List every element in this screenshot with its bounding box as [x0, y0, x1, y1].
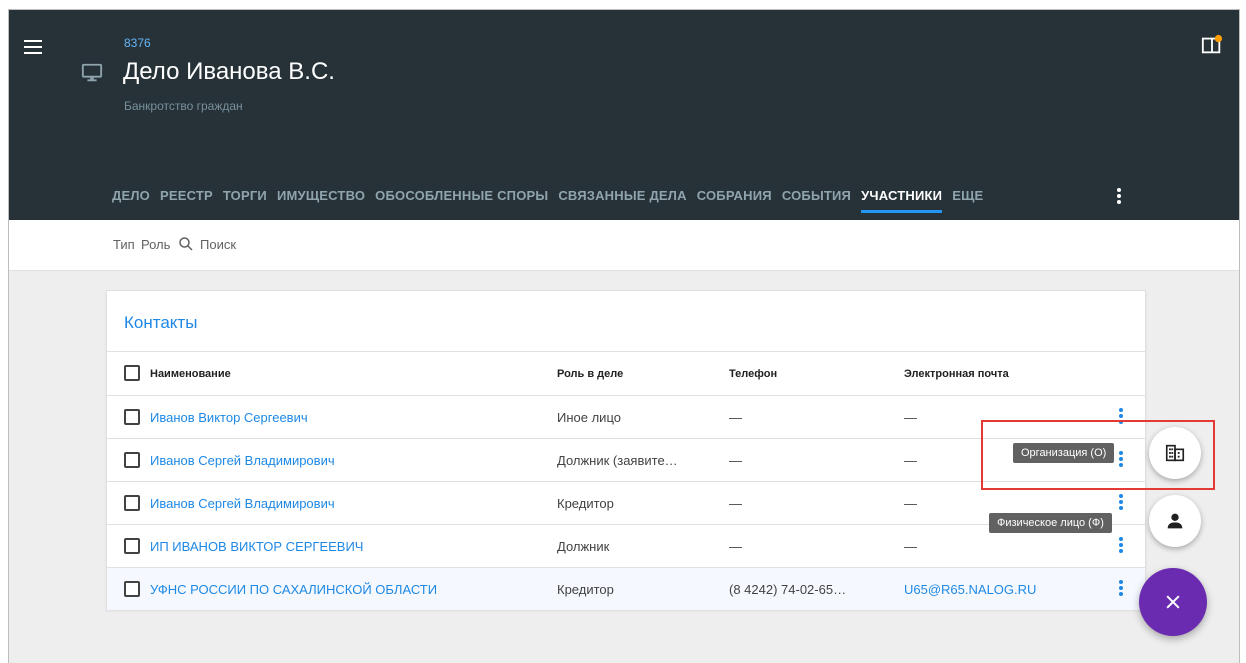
row-more-icon[interactable] [1117, 492, 1125, 516]
row-more-icon[interactable] [1117, 578, 1125, 602]
contact-name-link[interactable]: Иванов Сергей Владимирович [150, 482, 335, 524]
tab-imushchestvo[interactable]: ИМУЩЕСТВО [277, 180, 365, 213]
table-row: УФНС РОССИИ ПО САХАЛИНСКОЙ ОБЛАСТИ Креди… [107, 567, 1145, 610]
contact-phone: — [729, 495, 742, 511]
row-checkbox[interactable] [124, 538, 140, 554]
select-all-checkbox[interactable] [124, 365, 140, 381]
contact-phone: — [729, 538, 742, 554]
tabs-overflow-menu-icon[interactable] [1109, 186, 1129, 210]
contact-name-link[interactable]: Иванов Виктор Сергеевич [150, 396, 308, 438]
contact-phone: — [729, 409, 742, 425]
close-fab-button[interactable] [1139, 568, 1207, 636]
tab-delo[interactable]: ДЕЛО [112, 180, 150, 213]
page-title: Дело Иванова В.С. [123, 58, 335, 85]
column-header-phone[interactable]: Телефон [729, 352, 777, 395]
tab-related-cases[interactable]: СВЯЗАННЫЕ ДЕЛА [558, 180, 686, 213]
filter-bar: Тип Роль Поиск [9, 220, 1239, 271]
column-header-name[interactable]: Наименование [150, 352, 231, 395]
tab-more[interactable]: ЕЩЕ [952, 180, 983, 213]
contact-email: — [904, 452, 917, 468]
contacts-card: Контакты Наименование Роль в деле Телефо… [106, 290, 1146, 610]
column-header-email[interactable]: Электронная почта [904, 352, 1009, 395]
tab-torgi[interactable]: ТОРГИ [223, 180, 267, 213]
row-more-icon[interactable] [1117, 449, 1125, 473]
hamburger-menu-button[interactable] [21, 36, 45, 60]
row-checkbox[interactable] [124, 409, 140, 425]
contact-email: — [904, 538, 917, 554]
row-checkbox[interactable] [124, 452, 140, 468]
person-tooltip: Физическое лицо (Ф) [989, 513, 1112, 533]
contact-email: — [904, 495, 917, 511]
tab-separate-disputes[interactable]: ОБОСОБЛЕННЫЕ СПОРЫ [375, 180, 548, 213]
add-person-button[interactable] [1149, 495, 1201, 547]
contacts-table: Наименование Роль в деле Телефон Электро… [107, 351, 1145, 610]
row-checkbox[interactable] [124, 495, 140, 511]
tab-bar: ДЕЛО РЕЕСТР ТОРГИ ИМУЩЕСТВО ОБОСОБЛЕННЫЕ… [112, 180, 993, 220]
row-more-icon[interactable] [1117, 406, 1125, 430]
tab-meetings[interactable]: СОБРАНИЯ [697, 180, 772, 213]
tab-participants[interactable]: УЧАСТНИКИ [861, 180, 943, 213]
contact-email: — [904, 409, 917, 425]
row-checkbox[interactable] [124, 581, 140, 597]
case-subtitle: Банкротство граждан [124, 99, 243, 113]
monitor-icon [81, 63, 103, 82]
building-icon [1165, 444, 1185, 462]
app-window: 8376 Дело Иванова В.С. Банкротство гражд… [8, 9, 1240, 663]
panel-notification-icon[interactable] [1201, 34, 1223, 56]
contact-phone: — [729, 452, 742, 468]
role-filter[interactable]: Роль [141, 237, 170, 252]
add-organization-button[interactable] [1149, 427, 1201, 479]
close-icon [1166, 595, 1180, 609]
contact-phone: (8 4242) 74-02-65… [729, 581, 847, 597]
case-number: 8376 [124, 36, 151, 50]
contact-name-link[interactable]: УФНС РОССИИ ПО САХАЛИНСКОЙ ОБЛАСТИ [150, 568, 437, 610]
tab-events[interactable]: СОБЫТИЯ [782, 180, 851, 213]
contact-role: Кредитор [557, 581, 614, 597]
person-icon [1167, 513, 1183, 529]
organization-tooltip: Организация (О) [1013, 443, 1115, 463]
column-header-role[interactable]: Роль в деле [557, 352, 623, 395]
case-header: 8376 Дело Иванова В.С. Банкротство гражд… [9, 10, 1239, 220]
row-more-icon[interactable] [1117, 535, 1125, 559]
contact-role: Иное лицо [557, 409, 621, 425]
contact-role: Кредитор [557, 495, 614, 511]
contact-role: Должник (заявите… [557, 452, 678, 468]
type-filter[interactable]: Тип [113, 237, 135, 252]
contact-name-link[interactable]: Иванов Сергей Владимирович [150, 439, 335, 481]
contact-role: Должник [557, 538, 610, 554]
search-icon[interactable] [177, 235, 195, 253]
table-header-row: Наименование Роль в деле Телефон Электро… [107, 351, 1145, 395]
tab-reestr[interactable]: РЕЕСТР [160, 180, 213, 213]
contact-email-link[interactable]: U65@R65.NALOG.RU [904, 568, 1036, 610]
table-row: Иванов Сергей Владимирович Должник (заяв… [107, 438, 1145, 481]
table-row: Иванов Виктор Сергеевич Иное лицо — — [107, 395, 1145, 438]
contact-name-link[interactable]: ИП ИВАНОВ ВИКТОР СЕРГЕЕВИЧ [150, 525, 363, 567]
contacts-title: Контакты [124, 313, 198, 332]
search-input[interactable]: Поиск [200, 237, 236, 252]
